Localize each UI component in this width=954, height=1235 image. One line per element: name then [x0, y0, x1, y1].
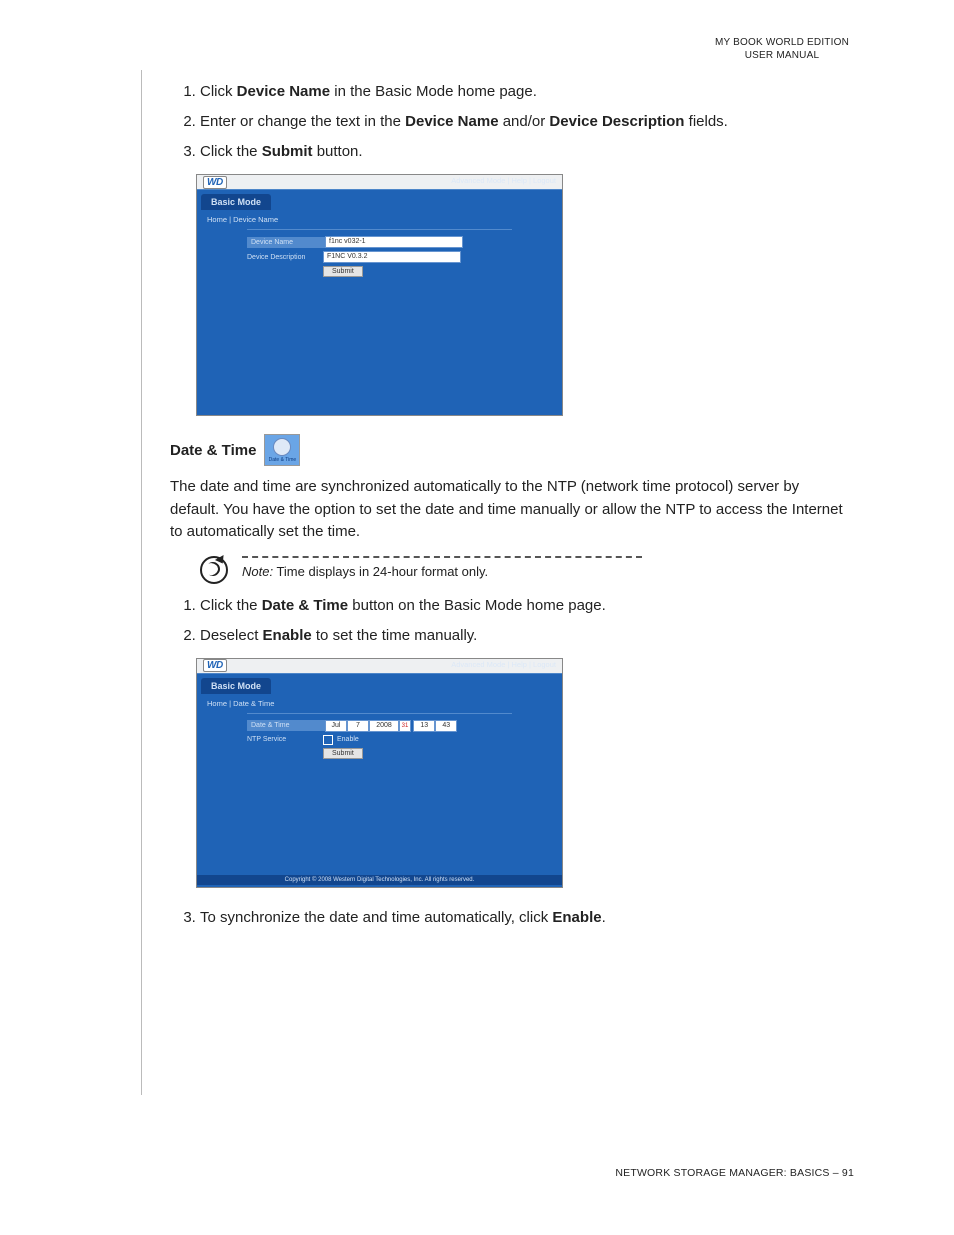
- screenshot-device-name: WD Advanced Mode | Help | Logout Basic M…: [196, 174, 563, 416]
- screenshot-date-time: WD Advanced Mode | Help | Logout Basic M…: [196, 658, 563, 888]
- input-device-description[interactable]: F1NC V0.3.2: [323, 251, 461, 263]
- submit-button[interactable]: Submit: [323, 748, 363, 759]
- wd-logo: WD: [203, 659, 227, 672]
- shot2-tab-basic-mode[interactable]: Basic Mode: [201, 678, 271, 694]
- shot1-tab-basic-mode[interactable]: Basic Mode: [201, 194, 271, 210]
- doc-header: MY BOOK WORLD EDITION USER MANUAL: [715, 36, 849, 62]
- checkbox-enable[interactable]: [323, 735, 333, 745]
- shot2-breadcrumb: Home | Date & Time: [197, 694, 562, 713]
- shot1-toplinks[interactable]: Advanced Mode | Help | Logout: [451, 176, 556, 185]
- label-date-time: Date & Time: [247, 720, 325, 731]
- submit-button[interactable]: Submit: [323, 266, 363, 277]
- shot2-toplinks[interactable]: Advanced Mode | Help | Logout: [451, 660, 556, 669]
- step-3: Click the Submit button.: [200, 140, 849, 164]
- doc-header-line1: MY BOOK WORLD EDITION: [715, 36, 849, 49]
- page-footer: NETWORK STORAGE MANAGER: BASICS – 91: [615, 1167, 854, 1179]
- select-min[interactable]: 43: [435, 720, 457, 732]
- note-text: Note: Time displays in 24-hour format on…: [242, 564, 849, 579]
- vertical-rule: [141, 70, 142, 1095]
- dt-step-2: Deselect Enable to set the time manually…: [200, 624, 849, 648]
- label-ntp-service: NTP Service: [247, 736, 323, 743]
- shot2-copyright: Copyright © 2008 Western Digital Technol…: [197, 875, 562, 885]
- date-time-icon: Date & Time: [264, 434, 300, 466]
- section-date-time: Date & Time Date & Time: [170, 434, 849, 466]
- note-rule: [242, 556, 642, 558]
- shot1-panel: Device Name f1nc v032-1 Device Descripti…: [247, 229, 512, 277]
- steps-device-name: Click Device Name in the Basic Mode home…: [170, 80, 849, 164]
- shot2-panel: Date & Time Jul 7 2008 31 13 43 NTP Serv…: [247, 713, 512, 759]
- page-content: Click Device Name in the Basic Mode home…: [170, 30, 849, 930]
- section-title: Date & Time: [170, 442, 256, 459]
- step-1: Click Device Name in the Basic Mode home…: [200, 80, 849, 104]
- label-device-description: Device Description: [247, 254, 323, 261]
- note-box: Note: Time displays in 24-hour format on…: [200, 556, 849, 584]
- step-2: Enter or change the text in the Device N…: [200, 110, 849, 134]
- select-day[interactable]: 7: [347, 720, 369, 732]
- shot1-breadcrumb: Home | Device Name: [197, 210, 562, 229]
- date-time-intro: The date and time are synchronized autom…: [170, 476, 849, 544]
- select-hour[interactable]: 13: [413, 720, 435, 732]
- dt-step-1: Click the Date & Time button on the Basi…: [200, 594, 849, 618]
- wd-logo: WD: [203, 176, 227, 189]
- steps-date-time-a: Click the Date & Time button on the Basi…: [170, 594, 849, 648]
- doc-header-line2: USER MANUAL: [715, 49, 849, 62]
- note-icon: [200, 556, 228, 584]
- enable-label: Enable: [337, 736, 359, 743]
- label-device-name: Device Name: [247, 237, 325, 248]
- calendar-icon[interactable]: 31: [399, 720, 411, 732]
- input-device-name[interactable]: f1nc v032-1: [325, 236, 463, 248]
- select-year[interactable]: 2008: [369, 720, 399, 732]
- select-month[interactable]: Jul: [325, 720, 347, 732]
- clock-icon: [273, 438, 291, 456]
- dt-step-3: To synchronize the date and time automat…: [200, 906, 849, 930]
- steps-date-time-b: To synchronize the date and time automat…: [170, 906, 849, 930]
